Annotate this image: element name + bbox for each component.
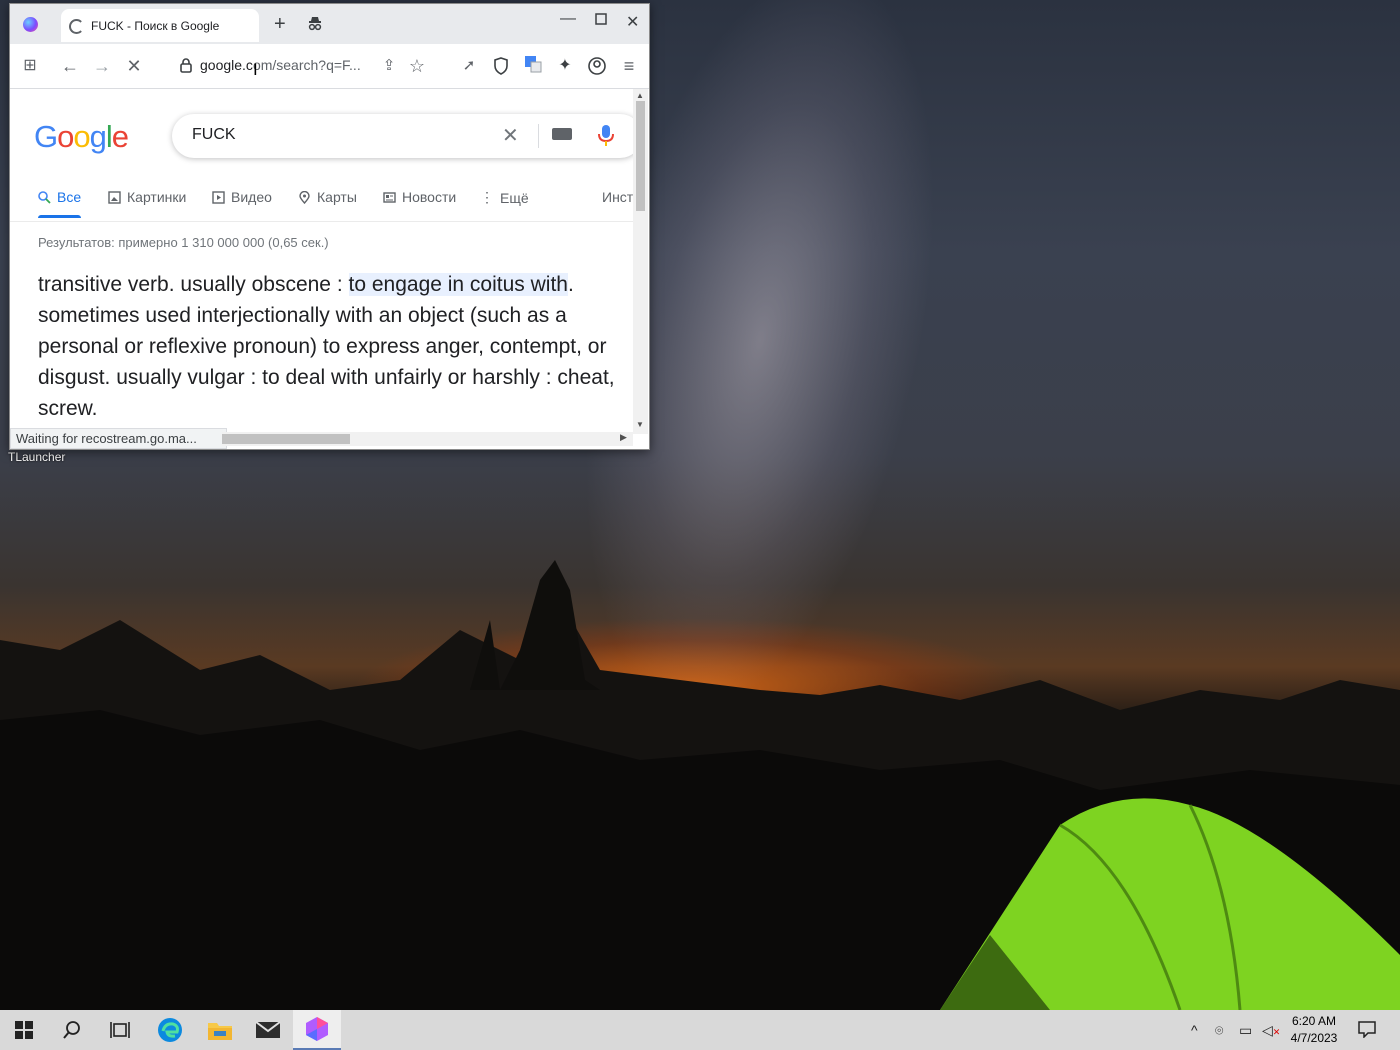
tab-label: Карты — [317, 189, 357, 205]
rocket-icon[interactable]: ➚ — [458, 55, 480, 77]
browser-window: FUCK - Поиск в Google + — ✕ ⊞ ← → ✕ goog… — [9, 3, 650, 450]
apps-grid-icon[interactable]: ⊞ — [19, 55, 41, 77]
task-view-icon[interactable] — [96, 1010, 144, 1050]
tab-news[interactable]: Новости — [383, 189, 456, 205]
tab-label: Ещё — [500, 189, 529, 206]
meet-now-icon[interactable]: ⌾ — [1215, 1022, 1223, 1039]
logo-letter: o — [57, 119, 74, 154]
search-divider — [538, 124, 539, 148]
address-host: google.c — [200, 57, 253, 73]
minimize-button[interactable]: — — [560, 10, 576, 28]
video-icon — [212, 190, 225, 204]
loading-spinner-icon — [69, 19, 84, 34]
show-hidden-icons-chevron-icon[interactable]: ^ — [1191, 1022, 1198, 1038]
featured-snippet: transitive verb. usually obscene : to en… — [38, 269, 633, 424]
green-tent — [940, 798, 1400, 1010]
windows-start-icon[interactable] — [0, 1010, 48, 1050]
tab-title: FUCK - Поиск в Google — [91, 19, 220, 33]
vertical-scrollbar[interactable]: ▲ ▼ — [633, 89, 648, 434]
logo-letter: G — [34, 119, 58, 154]
shield-icon[interactable] — [490, 55, 512, 77]
tab-label: Все — [57, 189, 82, 205]
system-clock[interactable]: 6:20 AM 4/7/2023 — [1286, 1013, 1342, 1047]
clear-search-icon[interactable]: ✕ — [502, 123, 519, 148]
browser-toolbar: ⊞ ← → ✕ google.com/search?q=F... ⇪ ☆ ➚ ✦… — [10, 44, 649, 89]
tab-maps[interactable]: Карты — [298, 189, 357, 205]
browser-logo-icon[interactable] — [23, 17, 38, 32]
tab-more[interactable]: ⋮ Ещё — [480, 189, 529, 206]
tab-images[interactable]: Картинки — [108, 189, 186, 205]
network-icon[interactable]: ▭ — [1239, 1022, 1252, 1039]
scroll-down-arrow-icon[interactable]: ▼ — [636, 420, 644, 429]
notifications-icon[interactable] — [1358, 1020, 1376, 1041]
logo-letter: e — [111, 119, 129, 154]
snippet-highlight: to engage in coitus with — [348, 273, 568, 296]
logo-letter: g — [89, 119, 107, 154]
bookmark-star-icon[interactable]: ☆ — [406, 55, 428, 77]
address-path: om/search?q=F... — [252, 57, 361, 73]
tab-label: Картинки — [127, 189, 187, 205]
file-explorer-icon[interactable] — [196, 1010, 244, 1050]
image-icon — [108, 190, 121, 204]
forward-button[interactable]: → — [91, 55, 113, 77]
map-pin-icon — [299, 190, 310, 204]
search-icon — [38, 190, 51, 204]
incognito-icon[interactable] — [307, 16, 323, 32]
result-stats: Результатов: примерно 1 310 000 000 (0,6… — [38, 235, 329, 250]
share-icon[interactable]: ⇪ — [378, 55, 400, 77]
back-button[interactable]: ← — [59, 55, 81, 77]
mail-icon[interactable] — [244, 1010, 292, 1050]
clock-date: 4/7/2023 — [1290, 1031, 1338, 1045]
tab-label: Инст — [602, 189, 633, 205]
horizontal-scroll-thumb[interactable] — [222, 434, 350, 444]
vertical-scroll-thumb[interactable] — [636, 101, 645, 211]
new-tab-button[interactable]: + — [274, 14, 286, 34]
lock-icon[interactable] — [179, 57, 193, 73]
volume-muted-icon[interactable]: ◁✕ — [1262, 1022, 1280, 1039]
horizontal-scrollbar[interactable]: ▶ — [222, 432, 633, 446]
scroll-right-arrow-icon[interactable]: ▶ — [620, 432, 627, 443]
search-tabs: Все Картинки Видео Карты Новости ⋮ Ещё И… — [10, 185, 633, 222]
search-query: FUCK — [192, 126, 236, 143]
stop-loading-button[interactable]: ✕ — [123, 55, 145, 77]
close-window-button[interactable]: ✕ — [626, 12, 639, 32]
keyboard-icon[interactable] — [552, 128, 572, 140]
translate-icon[interactable] — [522, 55, 544, 77]
profile-icon[interactable] — [586, 55, 608, 77]
google-logo[interactable]: Google — [34, 119, 129, 155]
microphone-icon[interactable] — [597, 124, 615, 148]
browser-app-icon[interactable] — [293, 1010, 341, 1050]
extensions-puzzle-icon[interactable]: ✦ — [554, 55, 576, 77]
page-content: Google FUCK ✕ Все Картинки Видео Карты Н… — [10, 89, 633, 434]
edge-icon[interactable] — [146, 1010, 194, 1050]
text-cursor-icon: I — [253, 60, 258, 79]
tab-label: Новости — [402, 189, 457, 205]
clock-time: 6:20 AM — [1291, 1014, 1337, 1028]
menu-hamburger-icon[interactable]: ≡ — [618, 55, 640, 77]
tab-tools[interactable]: Инст — [602, 189, 633, 205]
news-icon — [383, 191, 396, 203]
search-input[interactable]: FUCK ✕ — [172, 114, 633, 158]
scroll-up-arrow-icon[interactable]: ▲ — [636, 91, 644, 100]
more-dots-icon: ⋮ — [480, 189, 494, 205]
search-icon[interactable] — [48, 1010, 96, 1050]
maximize-button[interactable] — [595, 12, 607, 30]
tab-google-search[interactable]: FUCK - Поиск в Google — [61, 9, 259, 42]
tab-all[interactable]: Все — [38, 189, 82, 218]
address-bar[interactable]: google.com/search?q=F... — [200, 57, 361, 73]
desktop-icon-tlauncher-label[interactable]: TLauncher — [8, 450, 65, 464]
status-bar: Waiting for recostream.go.ma... — [10, 428, 227, 449]
tab-label: Видео — [231, 189, 272, 205]
logo-letter: o — [73, 119, 90, 154]
snippet-text: transitive verb. usually obscene : — [38, 273, 349, 296]
taskbar: ^ ⌾ ▭ ◁✕ 6:20 AM 4/7/2023 — [0, 1010, 1400, 1050]
title-bar: FUCK - Поиск в Google + — ✕ — [10, 4, 649, 44]
tab-video[interactable]: Видео — [212, 189, 272, 205]
